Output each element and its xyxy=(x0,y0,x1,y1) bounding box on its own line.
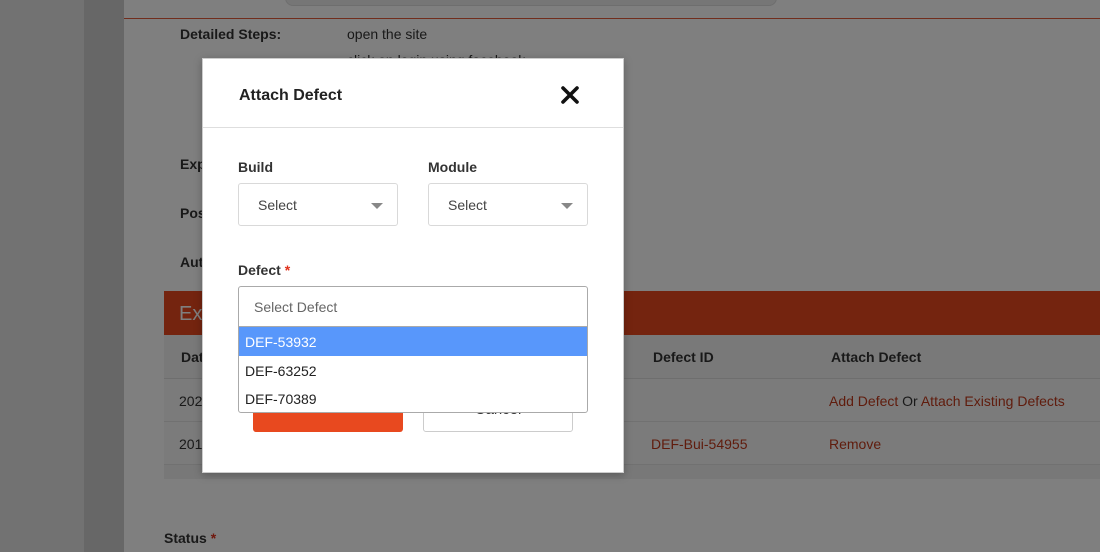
defect-dropdown: Select Defect DEF-53932 DEF-63252 DEF-70… xyxy=(238,286,588,413)
attach-defect-modal: Attach Defect Build Select Module Select… xyxy=(202,58,624,473)
modal-title: Attach Defect xyxy=(239,87,343,104)
defect-option[interactable]: DEF-70389 xyxy=(239,384,587,413)
modal-header: Attach Defect xyxy=(203,59,623,128)
chevron-down-icon xyxy=(371,203,383,209)
defect-option[interactable]: DEF-63252 xyxy=(239,356,587,385)
close-button[interactable] xyxy=(558,83,582,107)
defect-required-mark: * xyxy=(284,262,291,278)
defect-search-input[interactable]: Select Defect xyxy=(239,287,587,327)
build-select-value: Select xyxy=(258,197,297,213)
build-select[interactable]: Select xyxy=(238,183,398,226)
chevron-down-icon xyxy=(561,203,573,209)
defect-label-text: Defect xyxy=(238,262,281,278)
defect-label: Defect * xyxy=(238,262,290,278)
defect-option[interactable]: DEF-53932 xyxy=(239,327,587,356)
module-label: Module xyxy=(428,159,477,175)
module-select[interactable]: Select xyxy=(428,183,588,226)
defect-search-placeholder: Select Defect xyxy=(254,299,338,315)
module-select-value: Select xyxy=(448,197,487,213)
close-icon xyxy=(561,86,579,104)
build-label: Build xyxy=(238,159,273,175)
